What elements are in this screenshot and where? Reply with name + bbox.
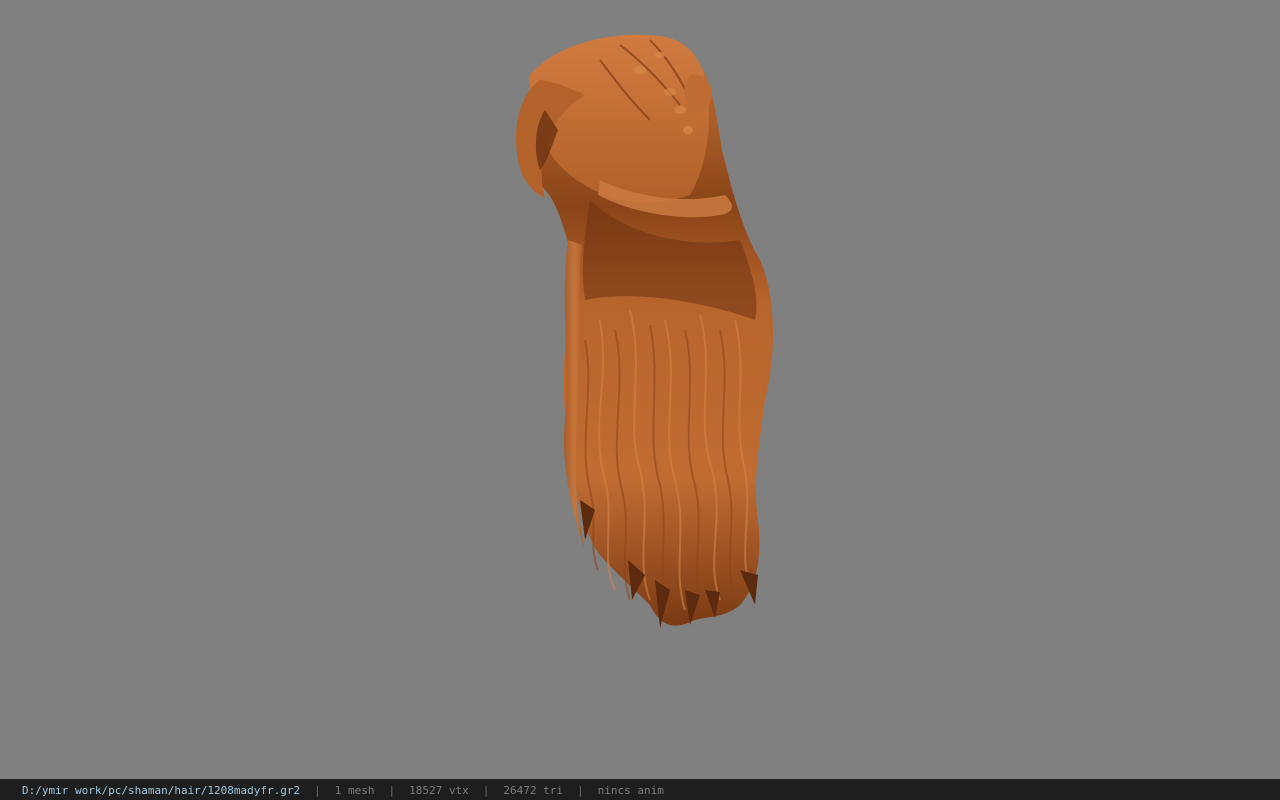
triangle-count-label: 26472 tri: [503, 783, 563, 797]
status-separator: |: [388, 783, 396, 797]
mesh-count-label: 1 mesh: [334, 783, 375, 797]
vertex-count-label: 18527 vtx: [409, 783, 469, 797]
status-separator: |: [577, 783, 584, 797]
status-bar: D:/ymir work/pc/shaman/hair/1208madyfr.g…: [0, 779, 1280, 800]
file-path-label: D:/ymir work/pc/shaman/hair/1208madyfr.g…: [22, 783, 301, 797]
hair-model-render: [516, 34, 774, 628]
3d-viewport[interactable]: [0, 0, 1280, 779]
status-separator: |: [314, 783, 321, 797]
animation-status-label: nincs anim: [597, 783, 664, 797]
status-separator: |: [482, 783, 490, 797]
